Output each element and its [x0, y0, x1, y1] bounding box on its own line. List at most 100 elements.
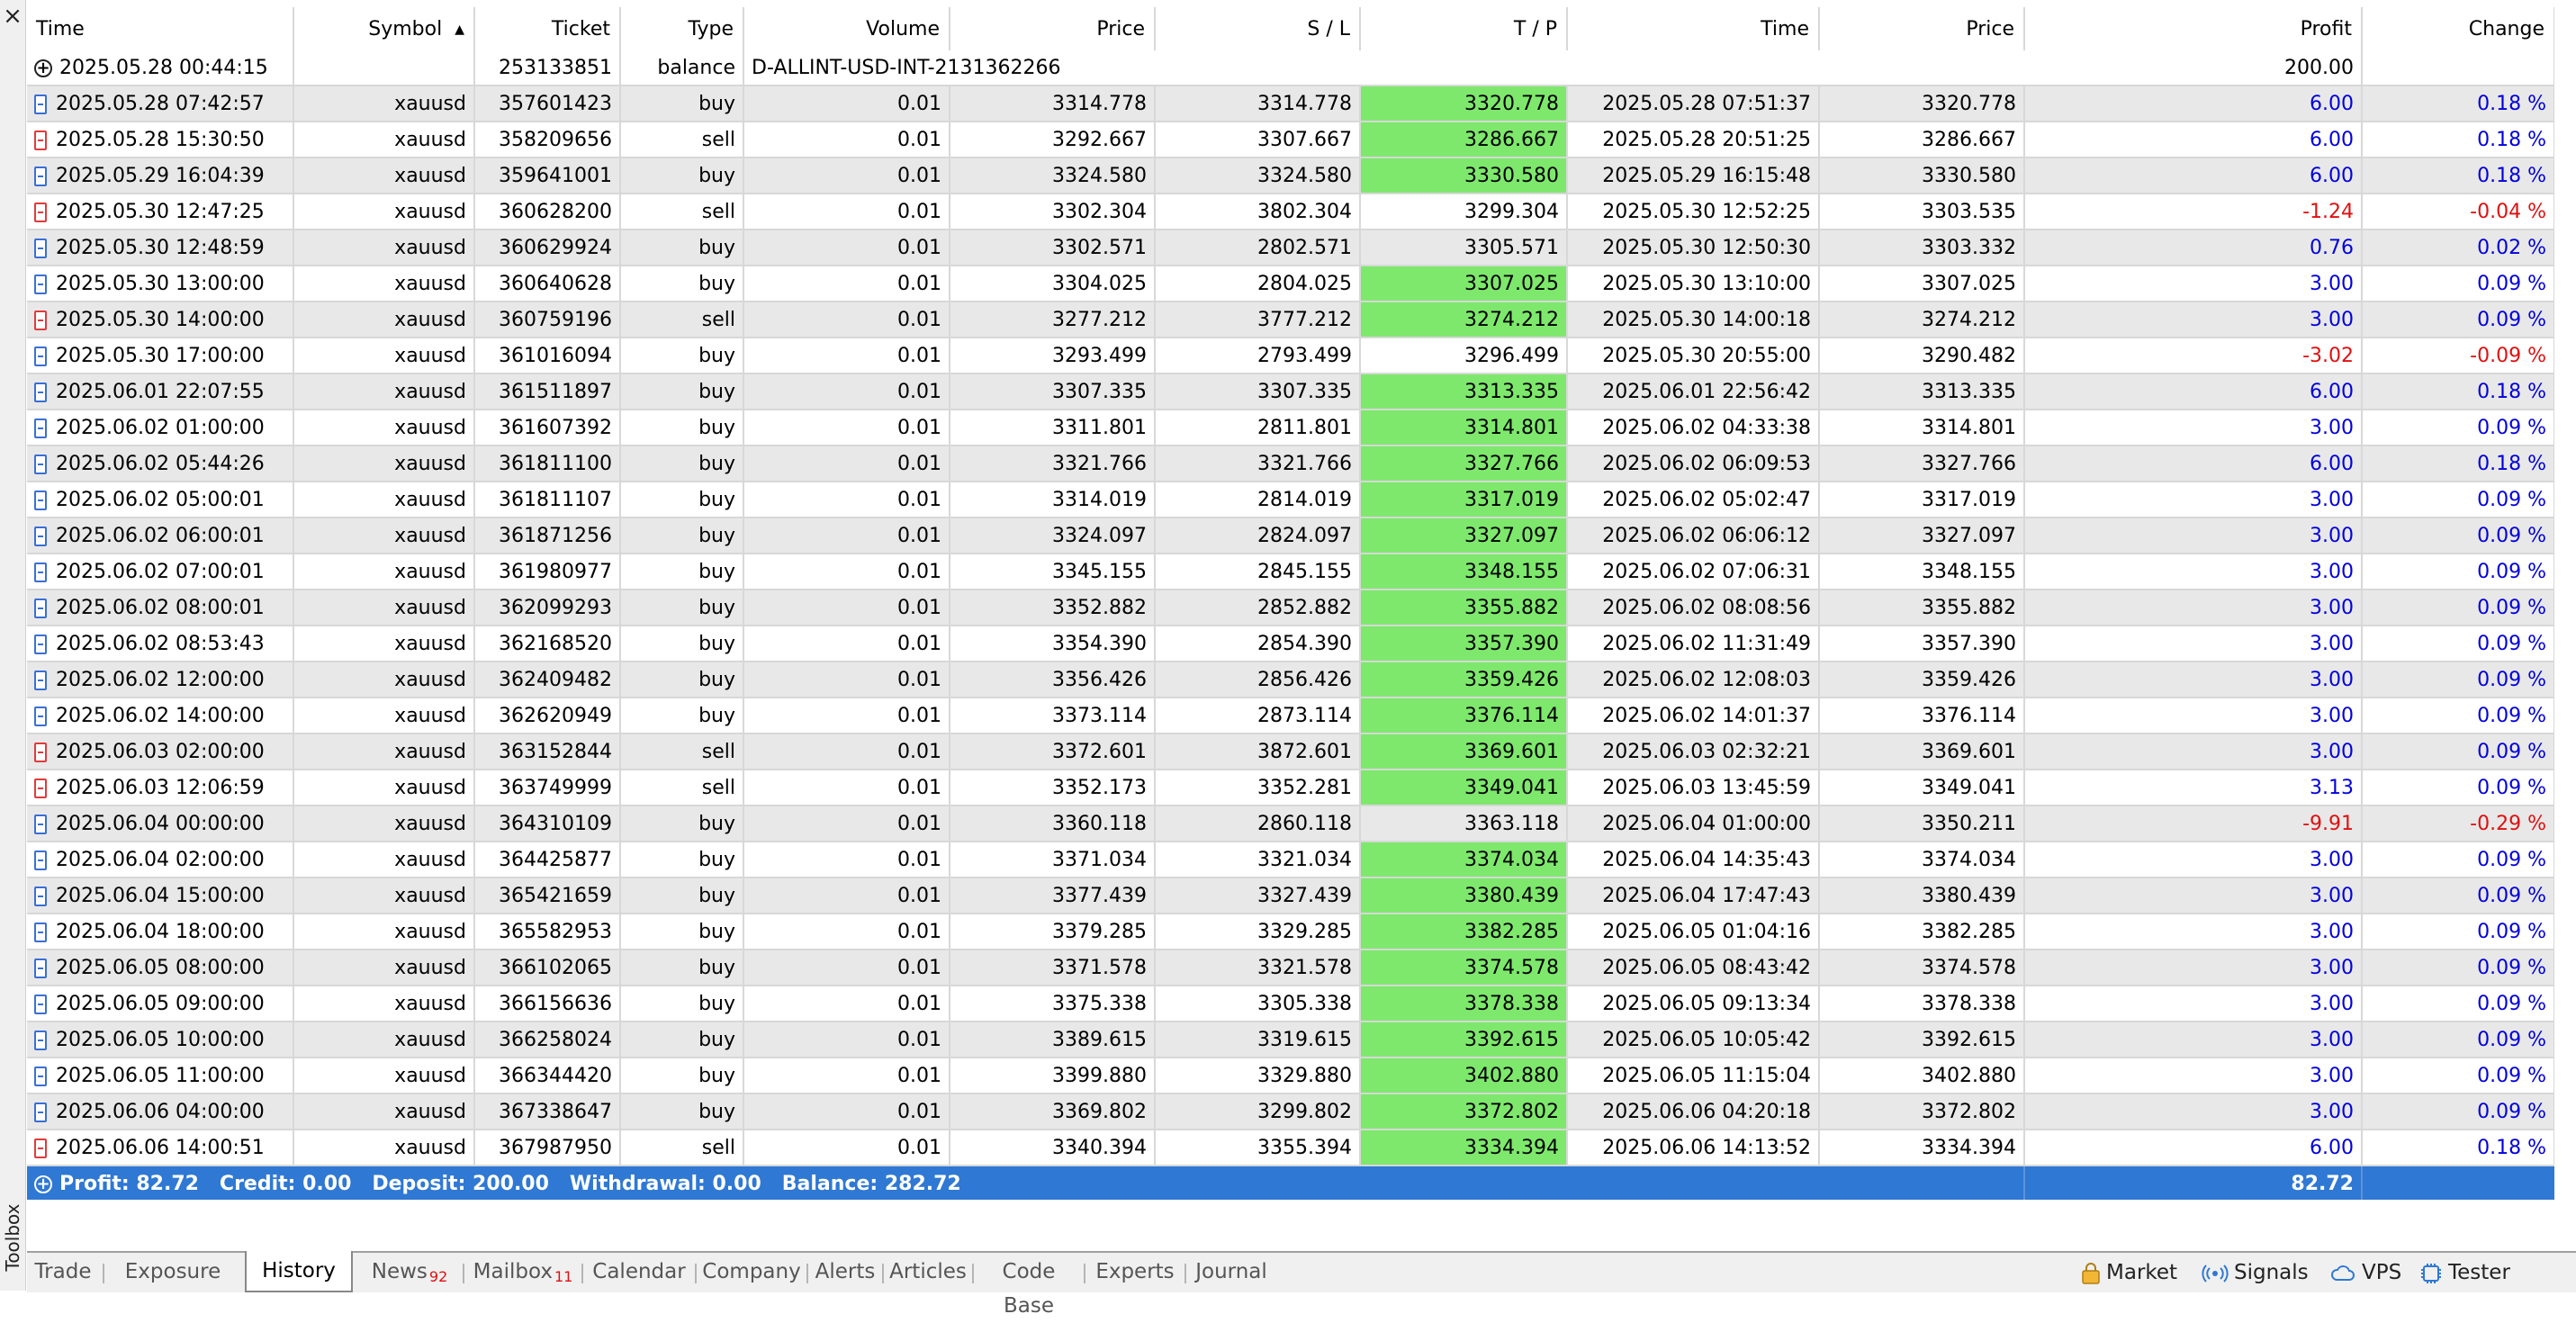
cell-ticket: 367338647	[474, 1094, 621, 1130]
cell-type: buy	[620, 878, 744, 914]
table-row[interactable]: 2025.06.05 08:00:00 xauusd 366102065 buy 0.0…	[27, 950, 2554, 986]
tab-code-base[interactable]: Code Base	[976, 1255, 1082, 1318]
tab-journal[interactable]: Journal	[1188, 1255, 1274, 1291]
cell-close-time: 2025.06.01 22:56:42	[1567, 374, 1820, 410]
tab-articles[interactable]: Articles	[886, 1255, 970, 1291]
table-row[interactable]: 2025.06.05 09:00:00 xauusd 366156636 buy 0.0…	[27, 986, 2554, 1022]
col-header-time[interactable]: Time	[27, 7, 294, 50]
col-header-tp[interactable]: T / P	[1360, 7, 1568, 50]
cell-price: 3371.034	[950, 842, 1156, 878]
cell-close-time: 2025.06.06 14:13:52	[1567, 1130, 1820, 1166]
cell-type: buy	[620, 1022, 744, 1058]
cell-time: 2025.06.03 02:00:00	[27, 734, 294, 770]
table-row[interactable]: 2025.06.03 02:00:00 xauusd 363152844 sell 0.…	[27, 734, 2554, 770]
cell-type: sell	[620, 122, 744, 158]
tab-news[interactable]: News 92	[358, 1255, 461, 1291]
col-header-type[interactable]: Type	[620, 7, 744, 50]
tab-trade[interactable]: Trade	[27, 1255, 99, 1291]
col-header-ticket[interactable]: Ticket	[474, 7, 621, 50]
col-header-price[interactable]: Price	[950, 7, 1156, 50]
cell-close-time: 2025.06.05 09:13:34	[1567, 986, 1820, 1022]
cell-sl: 3329.285	[1155, 914, 1361, 950]
table-row[interactable]: 2025.06.05 11:00:00 xauusd 366344420 buy 0.0…	[27, 1058, 2554, 1094]
table-row[interactable]: 2025.06.04 02:00:00 xauusd 364425877 buy 0.0…	[27, 842, 2554, 878]
tab-label: Mailbox	[473, 1260, 553, 1283]
close-icon[interactable]: ×	[0, 4, 25, 29]
table-row[interactable]: 2025.06.04 00:00:00 xauusd 364310109 buy 0.0…	[27, 806, 2554, 842]
table-row[interactable]: 2025.06.01 22:07:55 xauusd 361511897 buy 0.0…	[27, 374, 2554, 410]
cell-type: buy	[620, 158, 744, 194]
cell-volume: 0.01	[743, 950, 950, 986]
table-row[interactable]: 2025.06.04 18:00:00 xauusd 365582953 buy 0.0…	[27, 914, 2554, 950]
table-row[interactable]: 2025.06.02 05:44:26 xauusd 361811100 buy 0.0…	[27, 446, 2554, 482]
toolbar-market-button[interactable]: Market	[2081, 1256, 2177, 1289]
cell-type: buy	[620, 950, 744, 986]
table-row[interactable]: 2025.05.30 12:47:25 xauusd 360628200 sell 0.…	[27, 194, 2554, 230]
cell-time: 2025.05.30 17:00:00	[27, 338, 294, 374]
cell-volume: 0.01	[743, 518, 950, 554]
cell-tp: 3314.801	[1360, 410, 1568, 446]
table-row[interactable]: 2025.06.02 05:00:01 xauusd 361811107 buy 0.0…	[27, 482, 2554, 518]
table-row[interactable]: 2025.06.02 08:53:43 xauusd 362168520 buy 0.0…	[27, 626, 2554, 662]
tab-divider	[463, 1264, 464, 1283]
tab-calendar[interactable]: Calendar	[585, 1255, 693, 1291]
table-row[interactable]: 2025.06.06 04:00:00 xauusd 367338647 buy 0.0…	[27, 1094, 2554, 1130]
expand-plus-icon[interactable]: +	[34, 58, 52, 77]
tab-company[interactable]: Company	[698, 1255, 805, 1291]
table-row[interactable]: 2025.05.29 16:04:39 xauusd 359641001 buy 0.0…	[27, 158, 2554, 194]
col-header-volume[interactable]: Volume	[743, 7, 950, 50]
col-header-sl[interactable]: S / L	[1155, 7, 1361, 50]
cell-price: 3293.499	[950, 338, 1156, 374]
expand-plus-icon[interactable]: +	[34, 1174, 52, 1193]
tab-alerts[interactable]: Alerts	[810, 1255, 880, 1291]
table-row[interactable]: 2025.06.02 12:00:00 xauusd 362409482 buy 0.0…	[27, 662, 2554, 698]
cell-time: 2025.06.02 12:00:00	[27, 662, 294, 698]
cell-symbol: xauusd	[293, 194, 475, 230]
toolbar-signals-button[interactable]: Signals	[2202, 1256, 2309, 1289]
tab-exposure[interactable]: Exposure	[106, 1255, 239, 1291]
cell-ticket: 365582953	[474, 914, 621, 950]
table-row[interactable]: 2025.05.30 17:00:00 xauusd 361016094 buy 0.0…	[27, 338, 2554, 374]
buy-deal-icon	[34, 418, 47, 438]
table-row[interactable]: 2025.06.02 08:00:01 xauusd 362099293 buy 0.0…	[27, 590, 2554, 626]
table-row[interactable]: 2025.06.02 14:00:00 xauusd 362620949 buy 0.0…	[27, 698, 2554, 734]
col-header-symbol[interactable]: Symbol ▲	[293, 7, 475, 50]
toolbar-tester-button[interactable]: Tester	[2419, 1256, 2510, 1289]
col-header-change[interactable]: Change	[2362, 7, 2554, 50]
tab-experts[interactable]: Experts	[1087, 1255, 1183, 1291]
cell-sl: 3355.394	[1155, 1130, 1361, 1166]
table-row[interactable]: 2025.06.02 07:00:01 xauusd 361980977 buy 0.0…	[27, 554, 2554, 590]
table-row[interactable]: 2025.05.30 13:00:00 xauusd 360640628 buy 0.0…	[27, 266, 2554, 302]
sell-deal-icon	[34, 202, 47, 222]
cell-symbol: xauusd	[293, 914, 475, 950]
cell-volume: 0.01	[743, 626, 950, 662]
table-row[interactable]: 2025.05.28 07:42:57 xauusd 357601423 buy 0.0…	[27, 86, 2554, 122]
cell-change: 0.09 %	[2362, 1022, 2554, 1058]
cell-time: 2025.06.04 18:00:00	[27, 914, 294, 950]
cell-tp: 3330.580	[1360, 158, 1568, 194]
cell-price: 3373.114	[950, 698, 1156, 734]
toolbar-vps-button[interactable]: VPS	[2329, 1256, 2401, 1289]
table-row[interactable]: 2025.05.28 15:30:50 xauusd 358209656 sell 0.…	[27, 122, 2554, 158]
table-row[interactable]: 2025.05.30 14:00:00 xauusd 360759196 sell 0.…	[27, 302, 2554, 338]
tab-history[interactable]: History	[245, 1251, 353, 1292]
table-row[interactable]: 2025.05.30 12:48:59 xauusd 360629924 buy 0.0…	[27, 230, 2554, 266]
cell-close-time: 2025.05.30 12:52:25	[1567, 194, 1820, 230]
table-row[interactable]: 2025.06.03 12:06:59 xauusd 363749999 sell 0.…	[27, 770, 2554, 806]
cell-sl: 2824.097	[1155, 518, 1361, 554]
tab-label: Articles	[889, 1260, 967, 1283]
table-row[interactable]: 2025.06.05 10:00:00 xauusd 366258024 buy 0.0…	[27, 1022, 2554, 1058]
col-header-profit[interactable]: Profit	[2024, 7, 2363, 50]
table-row[interactable]: 2025.06.06 14:00:51 xauusd 367987950 sell 0.…	[27, 1130, 2554, 1166]
buy-deal-icon	[34, 166, 47, 186]
balance-row[interactable]: +2025.05.28 00:44:15 253133851 balance D…	[27, 50, 2554, 86]
table-row[interactable]: 2025.06.04 15:00:00 xauusd 365421659 buy 0.0…	[27, 878, 2554, 914]
summary-row[interactable]: + Profit: 82.72 Credit: 0.00 Deposit: 200…	[27, 1166, 2554, 1200]
col-header-close-time[interactable]: Time	[1567, 7, 1820, 50]
tab-mailbox[interactable]: Mailbox 11	[466, 1255, 580, 1291]
table-row[interactable]: 2025.06.02 06:00:01 xauusd 361871256 buy 0.0…	[27, 518, 2554, 554]
cell-sl: 2854.390	[1155, 626, 1361, 662]
table-row[interactable]: 2025.06.02 01:00:00 xauusd 361607392 buy 0.0…	[27, 410, 2554, 446]
col-header-close-price[interactable]: Price	[1819, 7, 2025, 50]
cell-ticket: 366156636	[474, 986, 621, 1022]
